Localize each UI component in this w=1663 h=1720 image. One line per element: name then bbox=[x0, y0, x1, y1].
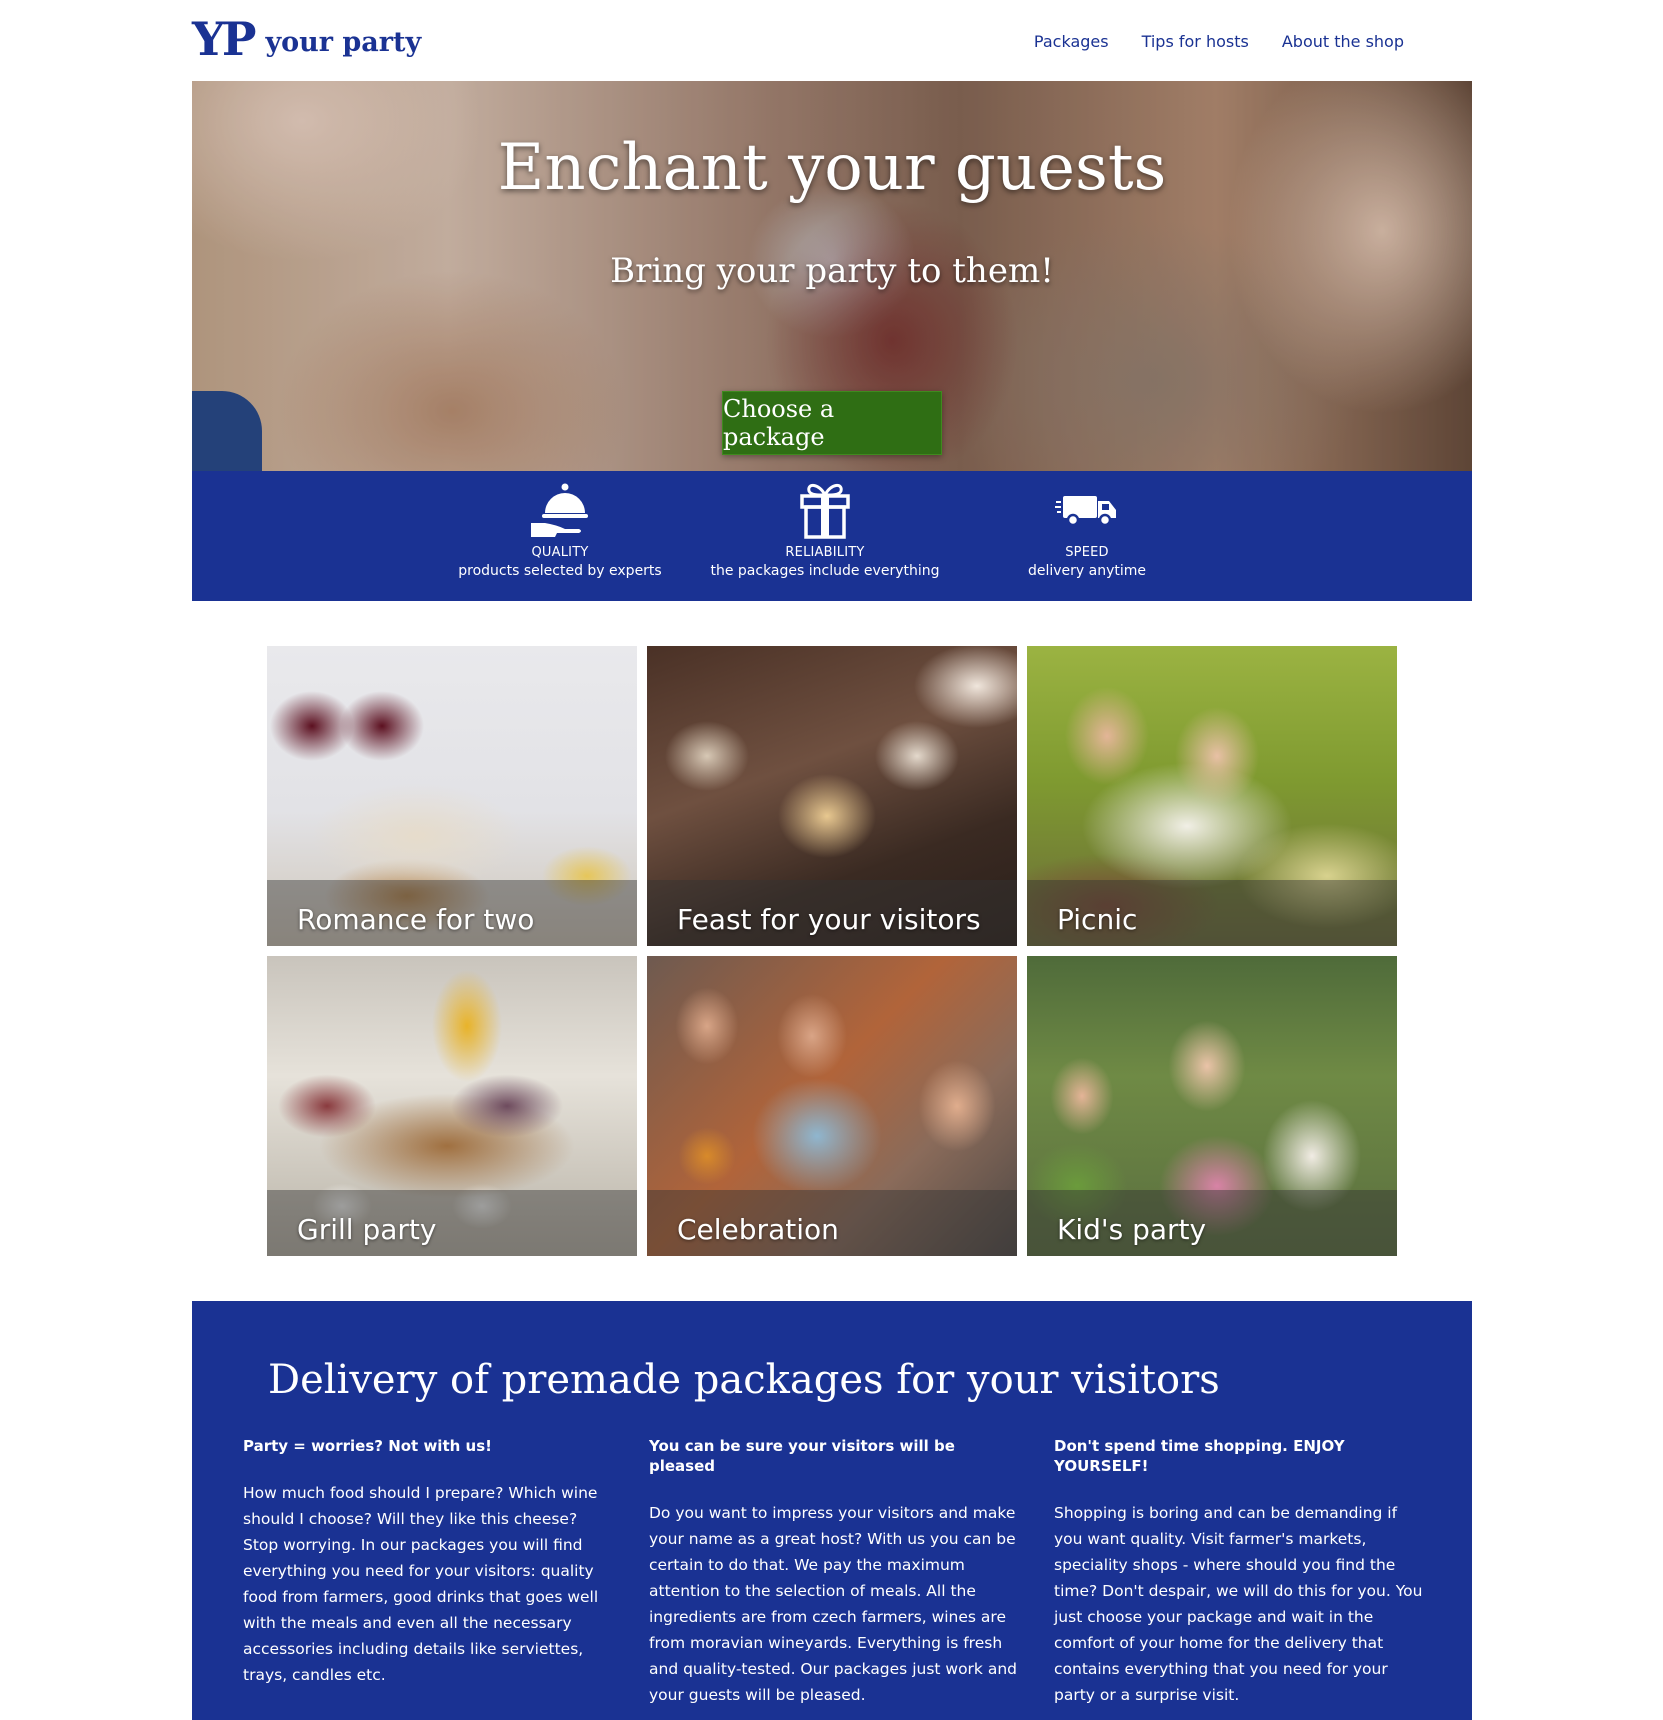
choose-package-button[interactable]: Choose a package bbox=[722, 391, 942, 455]
info-column-heading: Party = worries? Not with us! bbox=[243, 1437, 492, 1455]
info-column-text: Shopping is boring and can be demanding … bbox=[1054, 1504, 1423, 1704]
feature-speed-title: SPEED bbox=[1065, 545, 1109, 560]
site-logo[interactable]: YP your party bbox=[192, 12, 422, 66]
package-label: Feast for your visitors bbox=[677, 903, 981, 936]
logo-mark: YP bbox=[192, 12, 256, 66]
package-tile-romance-for-two[interactable]: Romance for two bbox=[267, 646, 637, 946]
package-tile-kids-party[interactable]: Kid's party bbox=[1027, 956, 1397, 1256]
feature-speed: SPEED delivery anytime bbox=[947, 479, 1227, 579]
package-tile-feast-for-your-visitors[interactable]: Feast for your visitors bbox=[647, 646, 1017, 946]
nav-tips-for-hosts[interactable]: Tips for hosts bbox=[1142, 32, 1249, 51]
feature-quality-subtitle: products selected by experts bbox=[458, 563, 662, 579]
package-label: Picnic bbox=[1057, 903, 1138, 936]
main-nav: Packages Tips for hosts About the shop bbox=[1034, 32, 1404, 51]
hero-title: Enchant your guests bbox=[497, 131, 1167, 205]
info-column-text: How much food should I prepare? Which wi… bbox=[243, 1484, 599, 1684]
package-caption: Kid's party bbox=[1027, 1190, 1397, 1256]
info-section: Delivery of premade packages for your vi… bbox=[192, 1301, 1472, 1720]
gift-icon bbox=[685, 479, 965, 539]
feature-quality: QUALITY products selected by experts bbox=[420, 479, 700, 579]
info-column-heading: Don't spend time shopping. ENJOY YOURSEL… bbox=[1054, 1437, 1345, 1475]
info-title: Delivery of premade packages for your vi… bbox=[268, 1357, 1220, 1403]
package-caption: Picnic bbox=[1027, 880, 1397, 946]
info-column-pleased: You can be sure your visitors will be pl… bbox=[649, 1436, 1019, 1708]
package-label: Grill party bbox=[297, 1213, 437, 1246]
feature-quality-title: QUALITY bbox=[531, 545, 589, 560]
info-column-text: Do you want to impress your visitors and… bbox=[649, 1504, 1017, 1704]
package-label: Romance for two bbox=[297, 903, 535, 936]
cloche-icon bbox=[420, 479, 700, 539]
feature-speed-subtitle: delivery anytime bbox=[1027, 563, 1147, 579]
info-column-shopping: Don't spend time shopping. ENJOY YOURSEL… bbox=[1054, 1436, 1424, 1708]
package-caption: Grill party bbox=[267, 1190, 637, 1256]
feature-reliability-subtitle: the packages include everything bbox=[710, 563, 940, 579]
info-column-worries: Party = worries? Not with us! How much f… bbox=[243, 1436, 613, 1688]
feature-reliability-title: RELIABILITY bbox=[785, 545, 865, 560]
features-strip: QUALITY products selected by experts REL… bbox=[192, 471, 1472, 601]
package-caption: Celebration bbox=[647, 1190, 1017, 1256]
package-tile-grill-party[interactable]: Grill party bbox=[267, 956, 637, 1256]
package-tile-celebration[interactable]: Celebration bbox=[647, 956, 1017, 1256]
nav-about-the-shop[interactable]: About the shop bbox=[1282, 32, 1404, 51]
nav-packages[interactable]: Packages bbox=[1034, 32, 1109, 51]
hero-banner: Enchant your guests Bring your party to … bbox=[192, 81, 1472, 471]
package-label: Celebration bbox=[677, 1213, 839, 1246]
package-caption: Romance for two bbox=[267, 880, 637, 946]
package-label: Kid's party bbox=[1057, 1213, 1207, 1246]
delivery-truck-icon bbox=[947, 479, 1227, 539]
info-column-heading: You can be sure your visitors will be pl… bbox=[649, 1437, 955, 1475]
site-header: YP your party Packages Tips for hosts Ab… bbox=[192, 0, 1472, 81]
logo-text: your party bbox=[265, 27, 422, 58]
package-caption: Feast for your visitors bbox=[647, 880, 1017, 946]
package-grid: Romance for two Feast for your visitors … bbox=[267, 646, 1397, 1256]
hero-subtitle: Bring your party to them! bbox=[610, 251, 1054, 291]
package-tile-picnic[interactable]: Picnic bbox=[1027, 646, 1397, 946]
feature-reliability: RELIABILITY the packages include everyth… bbox=[685, 479, 965, 579]
